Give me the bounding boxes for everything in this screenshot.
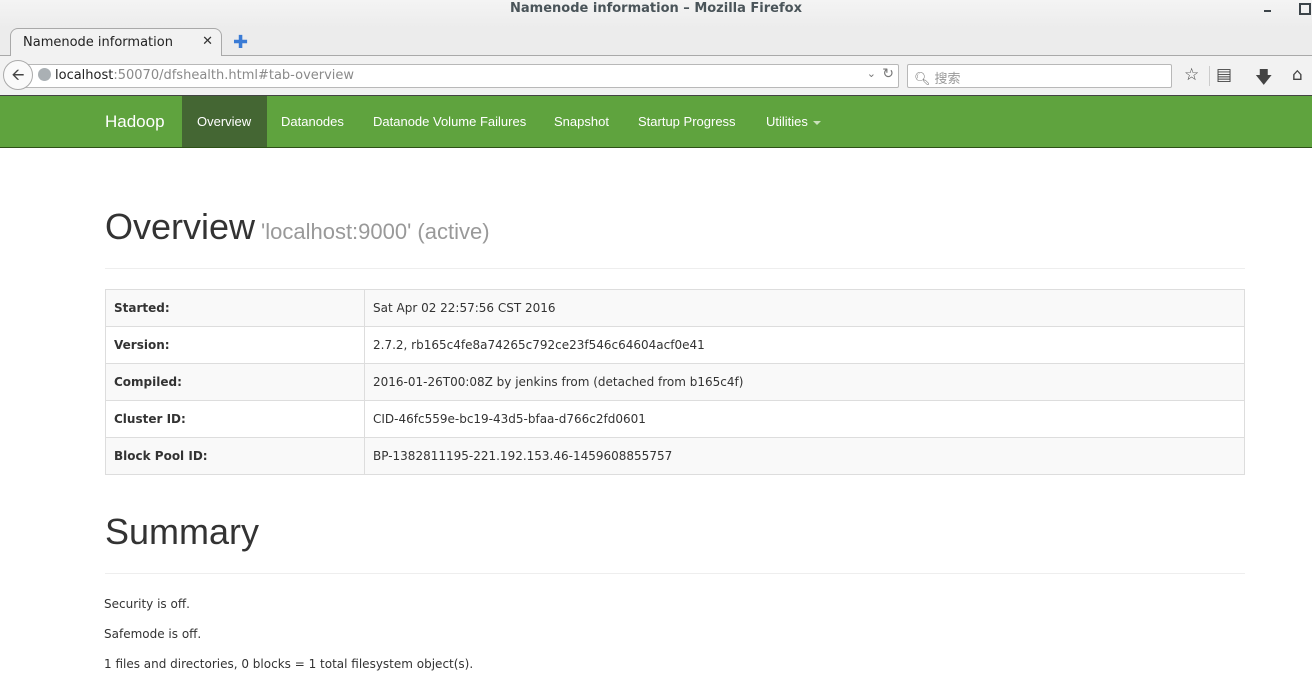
bookmark-star-icon[interactable]: ☆ [1184,65,1199,85]
overview-header: Overview'localhost:9000' (active) [105,206,1245,269]
overview-heading: Overview'localhost:9000' (active) [105,206,1245,248]
back-arrow-icon[interactable]: 🡨 [3,60,33,90]
tab-strip: Namenode information ✕ ✚ [0,28,1312,57]
minimize-button[interactable] [1262,4,1274,16]
overview-subtitle: 'localhost:9000' (active) [261,219,490,244]
row-value: BP-1382811195-221.192.153.46-14596088557… [364,437,1245,475]
nav-item-startup-progress[interactable]: Startup Progress [623,96,751,147]
url-path: :50070/dfshealth.html#tab-overview [113,68,355,83]
tab-title: Namenode information [23,35,173,50]
summary-security: Security is off. [104,597,190,611]
maximize-button[interactable] [1298,2,1311,15]
row-label: Block Pool ID: [105,437,365,475]
hadoop-brand-link[interactable]: Hadoop [105,112,165,132]
table-row: Compiled: 2016-01-26T00:08Z by jenkins f… [105,363,1245,401]
reading-list-icon[interactable]: ▤ [1216,65,1232,85]
reload-icon[interactable]: ↻ [882,66,894,82]
summary-title: Summary [105,511,260,552]
url-bar[interactable]: localhost:50070/dfshealth.html#tab-overv… [24,64,899,88]
hadoop-navbar: Hadoop Overview Datanodes Datanode Volum… [0,96,1312,148]
row-value: Sat Apr 02 22:57:56 CST 2016 [364,289,1245,327]
table-row: Block Pool ID: BP-1382811195-221.192.153… [105,437,1245,475]
nav-item-datanode-volume-failures[interactable]: Datanode Volume Failures [358,96,541,147]
table-row: Version: 2.7.2, rb165c4fe8a74265c792ce23… [105,326,1245,364]
table-row: Started: Sat Apr 02 22:57:56 CST 2016 [105,289,1245,327]
summary-filesystem-objects: 1 files and directories, 0 blocks = 1 to… [104,657,474,671]
nav-item-overview[interactable]: Overview [182,96,267,147]
nav-item-datanodes[interactable]: Datanodes [266,96,359,147]
row-label: Cluster ID: [105,400,365,438]
overview-title: Overview [105,206,256,247]
url-host: localhost [55,68,114,83]
summary-header: Summary [105,511,1245,574]
browser-tab[interactable]: Namenode information ✕ [10,28,222,57]
row-label: Compiled: [105,363,365,401]
chevron-down-icon[interactable]: ⌄ [867,67,876,80]
row-value: 2.7.2, rb165c4fe8a74265c792ce23f546c6460… [364,326,1245,364]
nav-item-snapshot[interactable]: Snapshot [539,96,624,147]
row-value: 2016-01-26T00:08Z by jenkins from (detac… [364,363,1245,401]
overview-table: Started: Sat Apr 02 22:57:56 CST 2016 Ve… [105,289,1245,475]
globe-icon [38,68,51,81]
row-value: CID-46fc559e-bc19-43d5-bfaa-d766c2fd0601 [364,400,1245,438]
caret-down-icon [812,120,821,125]
window-titlebar: Namenode information – Mozilla Firefox [0,0,1312,28]
table-row: Cluster ID: CID-46fc559e-bc19-43d5-bfaa-… [105,400,1245,438]
download-arrow-icon[interactable]: 🡇 [1255,65,1272,94]
new-tab-icon[interactable]: ✚ [233,32,248,53]
row-label: Version: [105,326,365,364]
close-tab-icon[interactable]: ✕ [202,34,213,49]
home-icon[interactable]: ⌂ [1292,65,1303,85]
nav-item-utilities[interactable]: Utilities [751,96,836,147]
toolbar-divider [1209,66,1210,86]
browser-toolbar: 🡨 localhost:50070/dfshealth.html#tab-ove… [0,56,1312,96]
summary-safemode: Safemode is off. [104,627,202,641]
utilities-label: Utilities [766,114,808,129]
search-input[interactable]: 🔍︎ 搜索 [907,64,1172,88]
search-icon: 🔍︎ [914,72,931,87]
row-label: Started: [105,289,365,327]
search-placeholder: 搜索 [934,72,961,87]
window-title: Namenode information – Mozilla Firefox [510,1,802,16]
